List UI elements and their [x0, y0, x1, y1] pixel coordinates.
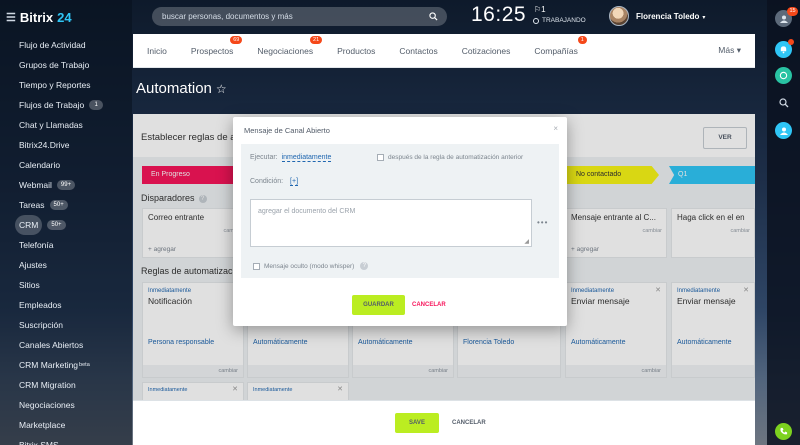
more-menu[interactable]: Más ▾: [718, 45, 741, 56]
sidebar-item-subscription[interactable]: Suscripción: [0, 315, 132, 335]
count-badge: 1: [577, 35, 587, 44]
counter-badge: 50+: [47, 220, 66, 230]
brand-name: Bitrix: [19, 9, 54, 25]
sidebar-item-workflows[interactable]: Flujos de Trabajo 1: [0, 95, 132, 115]
sidebar-item-settings[interactable]: Ajustes: [0, 255, 132, 275]
search-button[interactable]: [775, 94, 792, 111]
message-textarea[interactable]: agregar el documento del CRM ◢: [250, 199, 532, 247]
profile-button[interactable]: [775, 122, 792, 139]
executor-link[interactable]: inmediatamente: [281, 154, 332, 162]
hidden-message-option[interactable]: Mensaje oculto (modo whisper) ?: [253, 262, 369, 270]
chat-button[interactable]: [775, 67, 792, 84]
bell-icon: [780, 46, 787, 54]
work-status[interactable]: TRABAJANDO: [533, 17, 586, 24]
tab-companias[interactable]: Compañías 1: [522, 35, 589, 56]
tab-cotizaciones[interactable]: Cotizaciones: [450, 46, 523, 56]
sidebar-item-chat[interactable]: Chat y Llamadas: [0, 115, 132, 135]
sidebar-item-calendar[interactable]: Calendario: [0, 155, 132, 175]
user-icon: [779, 127, 788, 135]
search-input[interactable]: buscar personas, documentos y más: [152, 7, 447, 26]
sidebar-item-webmail[interactable]: Webmail 99+: [0, 175, 132, 195]
crm-navigation: Inicio Prospectos 69 Negociaciones 21 Prod…: [133, 34, 755, 68]
notification-count: 15: [787, 7, 798, 16]
guardar-button[interactable]: GUARDAR: [352, 295, 405, 315]
cancelar-button[interactable]: CANCELAR: [412, 302, 446, 308]
sidebar-item-tasks[interactable]: Tareas 50+: [0, 195, 132, 215]
executor-row: Ejecutar: inmediatamente: [250, 154, 332, 162]
clock-flag: ⚐1: [534, 5, 546, 14]
user-menu[interactable]: Florencia Toledo ▾: [636, 12, 705, 21]
notifications-avatar[interactable]: 15: [775, 7, 798, 27]
status-dot-icon: [533, 17, 539, 24]
page-title: Automation ☆: [136, 80, 227, 97]
after-rule-option[interactable]: después de la regla de automatización an…: [377, 154, 523, 161]
chat-icon: [779, 71, 788, 80]
sidebar-item-sites[interactable]: Sitios: [0, 275, 132, 295]
tab-prospectos[interactable]: Prospectos 69: [179, 35, 246, 56]
hidden-message-checkbox[interactable]: [253, 262, 260, 270]
sidebar-item-drive[interactable]: Bitrix24.Drive: [0, 135, 132, 155]
sidebar-item-telephony[interactable]: Telefonía: [0, 235, 132, 255]
phone-icon: [780, 427, 788, 435]
sidebar-item-deals[interactable]: Negociaciones: [0, 395, 132, 415]
after-rule-checkbox[interactable]: [377, 154, 384, 161]
work-status-label: TRABAJANDO: [542, 17, 586, 24]
tab-contactos[interactable]: Contactos: [387, 46, 449, 56]
clock-time[interactable]: 16:25: [471, 3, 526, 27]
more-options-icon[interactable]: •••: [537, 218, 548, 227]
counter-badge: 1: [89, 100, 104, 110]
star-icon[interactable]: ☆: [216, 82, 227, 96]
brand-number: 24: [57, 9, 72, 25]
alert-dot-icon: [788, 39, 794, 45]
dialog-title: Mensaje de Canal Abierto: [244, 126, 330, 135]
right-bar: 15: [767, 0, 800, 445]
chevron-down-icon: ▾: [736, 45, 741, 55]
search-icon: [778, 97, 788, 107]
sidebar-item-sms[interactable]: Bitrix SMS: [0, 435, 132, 445]
search-icon[interactable]: [429, 12, 438, 21]
sidebar-item-open-channels[interactable]: Canales Abiertos: [0, 335, 132, 355]
bell-button[interactable]: [775, 39, 794, 58]
counter-badge: 99+: [56, 180, 76, 190]
sidebar-item-crm[interactable]: CRM 50+: [0, 215, 132, 235]
help-icon[interactable]: ?: [360, 262, 369, 270]
avatar[interactable]: [609, 6, 629, 26]
dialog-body: Ejecutar: inmediatamente después de la r…: [241, 144, 559, 278]
resize-handle-icon[interactable]: ◢: [524, 238, 529, 245]
count-badge: 21: [310, 35, 323, 44]
sidebar-item-crm-marketing[interactable]: CRM Marketing beta: [0, 355, 132, 375]
save-button[interactable]: SAVE: [395, 413, 439, 433]
user-name: Florencia Toledo: [636, 12, 700, 21]
beta-label: beta: [79, 362, 90, 368]
counter-badge: 50+: [49, 200, 68, 210]
sidebar-item-crm-migration[interactable]: CRM Migration: [0, 375, 132, 395]
sidebar-menu: Flujo de Actividad Grupos de Trabajo Tie…: [0, 35, 132, 445]
tab-negociaciones[interactable]: Negociaciones 21: [245, 35, 325, 56]
close-icon[interactable]: ×: [553, 124, 558, 133]
chevron-down-icon: ▾: [702, 15, 706, 21]
menu-icon[interactable]: ☰: [6, 11, 16, 24]
open-channel-message-dialog: Mensaje de Canal Abierto × Ejecutar: inm…: [233, 117, 567, 326]
left-sidebar: ☰ Bitrix 24 Flujo de Actividad Grupos de…: [0, 0, 132, 445]
count-badge: 69: [230, 35, 243, 44]
phone-button[interactable]: [775, 423, 792, 440]
add-condition-link[interactable]: [+]: [290, 178, 299, 186]
user-icon: [779, 15, 788, 23]
tab-inicio[interactable]: Inicio: [135, 46, 179, 56]
brand-logo[interactable]: ☰ Bitrix 24: [6, 9, 72, 25]
sidebar-item-activity[interactable]: Flujo de Actividad: [0, 35, 132, 55]
cancel-button[interactable]: CANCELAR: [452, 420, 486, 426]
condition-row: Condición: [+]: [250, 178, 299, 186]
sidebar-item-workgroups[interactable]: Grupos de Trabajo: [0, 55, 132, 75]
footer-bar: SAVE CANCELAR: [133, 400, 755, 445]
sidebar-item-employees[interactable]: Empleados: [0, 295, 132, 315]
sidebar-item-time-reports[interactable]: Tiempo y Reportes: [0, 75, 132, 95]
search-placeholder: buscar personas, documentos y más: [162, 12, 293, 21]
sidebar-item-marketplace[interactable]: Marketplace: [0, 415, 132, 435]
tab-productos[interactable]: Productos: [325, 46, 387, 56]
